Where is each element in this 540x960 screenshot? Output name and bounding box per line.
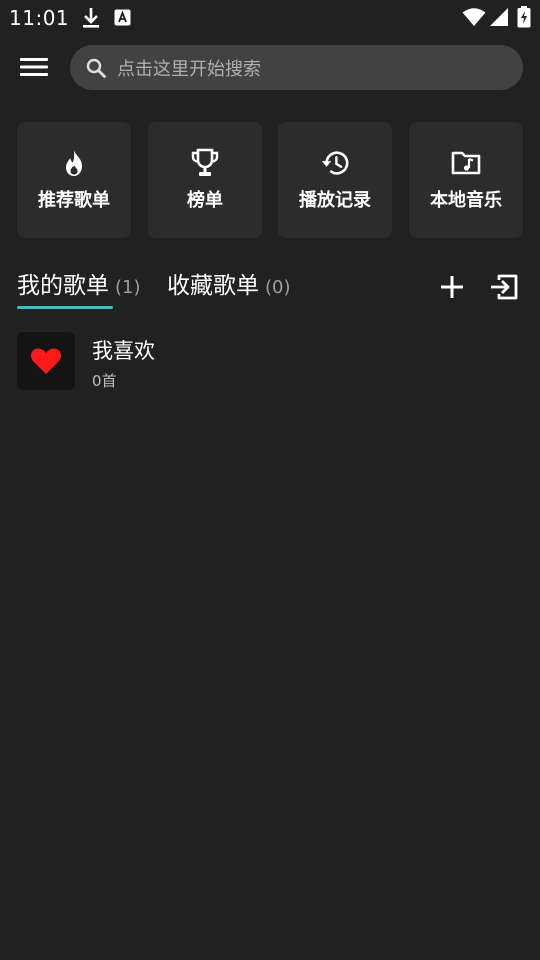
add-playlist-button[interactable]	[435, 270, 469, 304]
tab-label: 收藏歌单	[167, 273, 259, 299]
battery-charging-icon	[517, 6, 531, 32]
import-icon	[491, 274, 518, 300]
tab-collected-playlists[interactable]: 收藏歌单 (0)	[167, 266, 291, 300]
wifi-icon	[462, 7, 486, 31]
flame-icon	[59, 148, 89, 178]
import-playlist-button[interactable]	[487, 270, 521, 304]
music-folder-icon	[451, 148, 481, 178]
tab-count: (1)	[115, 277, 141, 298]
menu-button[interactable]	[14, 50, 54, 84]
signal-icon	[489, 7, 509, 31]
playlist-item-liked[interactable]: 我喜欢 0首	[17, 332, 523, 394]
charts-button[interactable]: 榜单	[148, 122, 262, 238]
trophy-icon	[190, 148, 220, 178]
tab-count: (0)	[265, 277, 291, 298]
quick-card-label: 榜单	[187, 190, 223, 211]
play-history-button[interactable]: 播放记录	[278, 122, 392, 238]
active-tab-indicator	[17, 306, 113, 309]
history-icon	[320, 148, 350, 178]
playlist-cover	[17, 332, 75, 390]
status-bar: 11:01	[0, 0, 540, 36]
quick-card-label: 播放记录	[299, 190, 371, 211]
hamburger-menu-icon	[20, 58, 48, 76]
app-notification-icon	[114, 9, 131, 30]
recommended-playlists-button[interactable]: 推荐歌单	[17, 122, 131, 238]
search-icon	[86, 58, 106, 78]
quick-card-label: 本地音乐	[430, 190, 502, 211]
search-placeholder: 点击这里开始搜索	[117, 58, 261, 80]
heart-icon	[31, 348, 61, 374]
tab-label: 我的歌单	[17, 273, 109, 299]
music-home-screen: 11:01 点击这里开始搜索 推荐歌单 榜单 播放记录 本地音乐 我的歌单 (1…	[0, 0, 540, 960]
local-music-button[interactable]: 本地音乐	[409, 122, 523, 238]
status-time: 11:01	[9, 6, 70, 30]
playlist-tabs: 我的歌单 (1) 收藏歌单 (0)	[17, 266, 523, 312]
quick-access-row: 推荐歌单 榜单 播放记录 本地音乐	[17, 122, 523, 238]
playlist-title: 我喜欢	[92, 339, 155, 363]
tab-my-playlists[interactable]: 我的歌单 (1)	[17, 266, 141, 300]
quick-card-label: 推荐歌单	[38, 190, 110, 211]
search-bar[interactable]: 点击这里开始搜索	[70, 45, 523, 90]
playlist-track-count: 0首	[92, 372, 117, 390]
add-icon	[441, 276, 463, 298]
download-icon	[80, 6, 102, 34]
